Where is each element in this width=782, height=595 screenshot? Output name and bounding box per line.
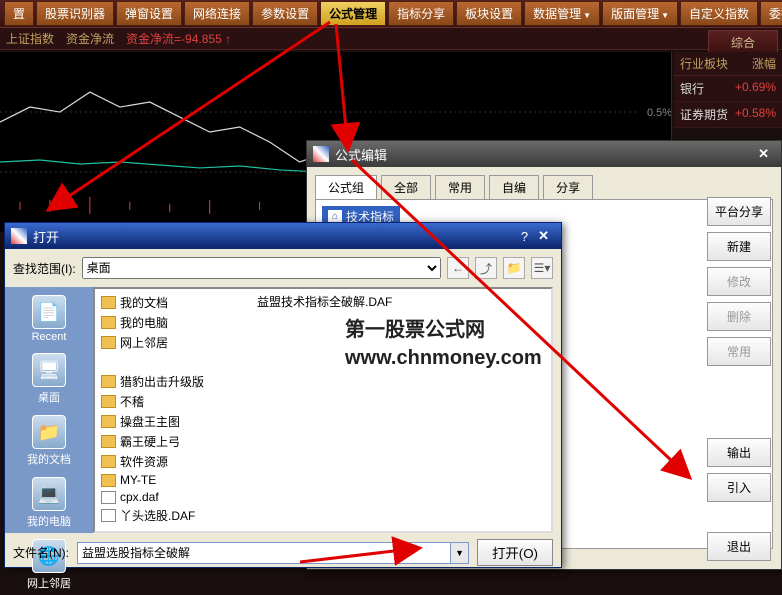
sector-header-name: 行业板块 (680, 55, 728, 72)
btn-删除: 删除 (707, 302, 771, 331)
help-icon[interactable]: ? (517, 229, 532, 244)
tab-自编[interactable]: 自编 (489, 175, 539, 199)
btn-退出[interactable]: 退出 (707, 532, 771, 561)
new-folder-icon[interactable]: 📁 (503, 257, 525, 279)
menu-公式管理[interactable]: 公式管理 (320, 1, 386, 26)
place-桌面[interactable]: 🖥桌面 (10, 349, 88, 409)
btn-输出[interactable]: 输出 (707, 438, 771, 467)
menu-板块设置[interactable]: 板块设置 (456, 1, 522, 26)
menu-版面管理[interactable]: 版面管理▼ (602, 1, 678, 26)
btn-引入[interactable]: 引入 (707, 473, 771, 502)
watermark: 第一股票公式网 www.chnmoney.com (345, 316, 542, 372)
formula-editor-title: 公式编辑 (335, 145, 387, 164)
list-item[interactable]: 益盟技术指标全破解.DAF (253, 293, 392, 310)
view-menu-icon[interactable]: ☰▾ (531, 257, 553, 279)
sector-row[interactable]: 银行+0.69% (674, 76, 782, 102)
index-name: 上证指数 (6, 30, 54, 47)
up-icon[interactable]: ⤴ (475, 257, 497, 279)
formula-editor-titlebar[interactable]: 公式编辑 ✕ (307, 141, 781, 167)
lookin-select[interactable]: 桌面 (82, 257, 441, 279)
place-我的文档[interactable]: 📁我的文档 (10, 411, 88, 471)
filename-input[interactable] (77, 542, 451, 564)
app-icon (11, 228, 27, 244)
open-dialog-titlebar[interactable]: 打开 ? ✕ (5, 223, 561, 249)
places-bar: 📄Recent🖥桌面📁我的文档💻我的电脑🌐网上邻居 (5, 287, 93, 533)
formula-side-buttons: 平台分享新建修改删除常用输出引入退出 (707, 197, 771, 561)
menu-数据管理[interactable]: 数据管理▼ (524, 1, 600, 26)
sector-panel: 行业板块 涨幅 银行+0.69%证券期货+0.58% (674, 52, 782, 128)
list-item[interactable]: 丫头选股.DAF (99, 506, 547, 525)
open-button[interactable]: 打开(O) (477, 539, 553, 566)
lookin-label: 查找范围(I): (13, 260, 76, 277)
btn-常用: 常用 (707, 337, 771, 366)
menu-自定义指数[interactable]: 自定义指数 (680, 1, 758, 26)
list-item[interactable]: 操盘王主图 (99, 412, 547, 431)
menu-股票识别器[interactable]: 股票识别器 (36, 1, 114, 26)
menu-参数设置[interactable]: 参数设置 (252, 1, 318, 26)
list-item[interactable]: 软件资源 (99, 452, 547, 471)
tab-分享[interactable]: 分享 (543, 175, 593, 199)
list-item[interactable]: 霸王硬上弓 (99, 432, 547, 451)
list-item[interactable]: MY-TE (99, 472, 547, 488)
sector-row[interactable]: 证券期货+0.58% (674, 102, 782, 128)
close-icon[interactable]: ✕ (532, 228, 555, 244)
menu-弹窗设置[interactable]: 弹窗设置 (116, 1, 182, 26)
open-dialog-title: 打开 (33, 227, 59, 246)
place-我的电脑[interactable]: 💻我的电脑 (10, 473, 88, 533)
flow-label: 资金净流 (66, 30, 114, 47)
back-icon[interactable]: ← (447, 257, 469, 279)
status-bar: 上证指数 资金净流 资金净流=-94.855 ↑ (0, 28, 782, 50)
filename-label: 文件名(N): (13, 544, 69, 561)
list-item[interactable]: 猎豹出击升级版 (99, 372, 547, 391)
btn-修改: 修改 (707, 267, 771, 296)
list-item[interactable]: 不稽 (99, 392, 547, 411)
app-icon (313, 146, 329, 162)
close-icon[interactable]: ✕ (752, 146, 775, 162)
menu-委托[interactable]: 委托 (760, 1, 782, 26)
menu-置[interactable]: 置 (4, 1, 34, 26)
list-item[interactable]: cpx.daf (99, 489, 547, 505)
axis-label: 0.5% (647, 107, 671, 119)
tab-公式组[interactable]: 公式组 (315, 175, 377, 199)
menu-网络连接[interactable]: 网络连接 (184, 1, 250, 26)
formula-tabs: 公式组全部常用自编分享 (307, 167, 781, 199)
menu-指标分享[interactable]: 指标分享 (388, 1, 454, 26)
chevron-down-icon[interactable]: ▼ (451, 542, 469, 564)
top-menu-bar: 置股票识别器弹窗设置网络连接参数设置公式管理指标分享板块设置数据管理▼版面管理▼… (0, 0, 782, 28)
tab-常用[interactable]: 常用 (435, 175, 485, 199)
btn-新建[interactable]: 新建 (707, 232, 771, 261)
tab-全部[interactable]: 全部 (381, 175, 431, 199)
open-dialog: 打开 ? ✕ 查找范围(I): 桌面 ← ⤴ 📁 ☰▾ 📄Recent🖥桌面📁我… (4, 222, 562, 568)
place-Recent[interactable]: 📄Recent (10, 291, 88, 347)
sector-header-pct: 涨幅 (752, 55, 776, 72)
flow-value: 资金净流=-94.855 ↑ (126, 30, 231, 47)
btn-平台分享[interactable]: 平台分享 (707, 197, 771, 226)
